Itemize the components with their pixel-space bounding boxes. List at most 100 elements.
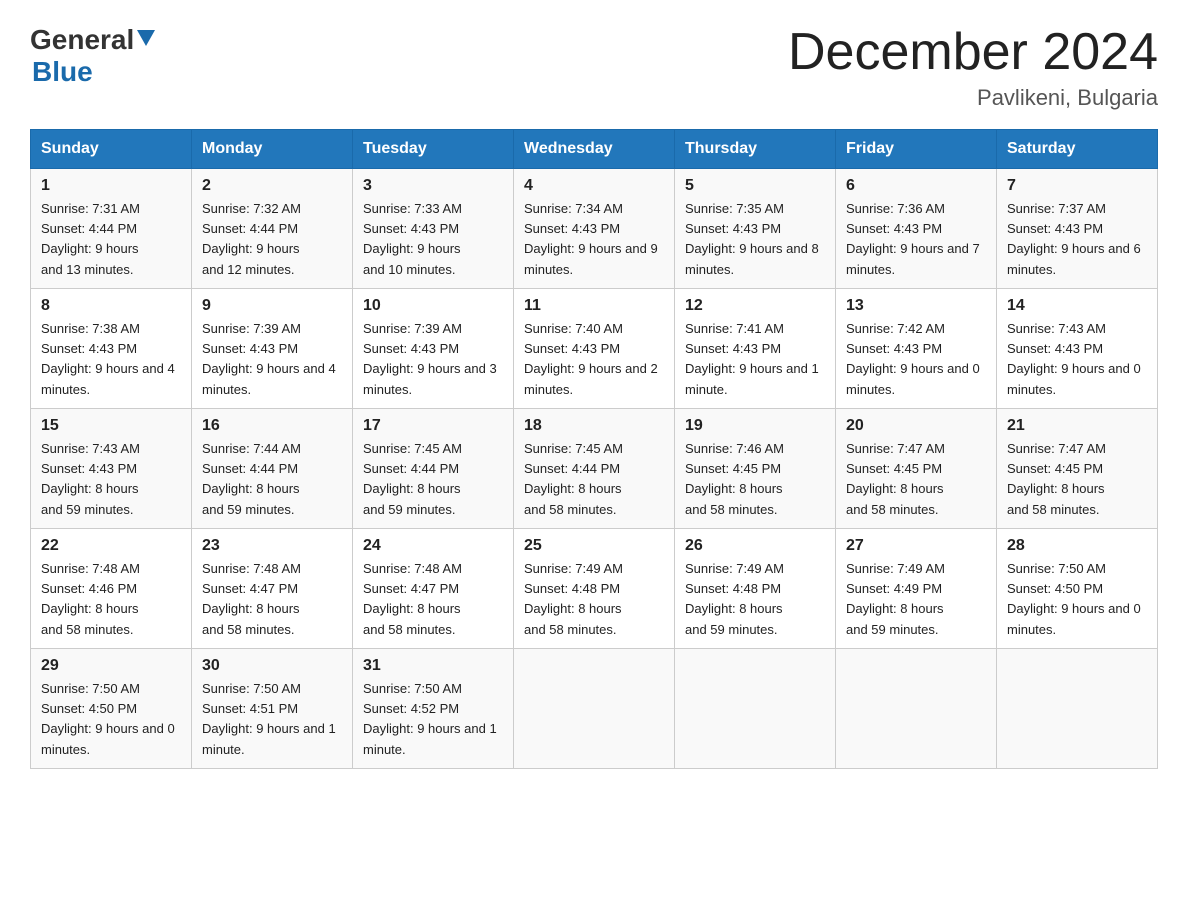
day-info: Sunrise: 7:47 AMSunset: 4:45 PMDaylight:… [1007, 441, 1106, 516]
day-number: 21 [1007, 417, 1147, 435]
weekday-header-wednesday: Wednesday [514, 130, 675, 169]
day-cell: 9 Sunrise: 7:39 AMSunset: 4:43 PMDayligh… [192, 289, 353, 409]
day-number: 22 [41, 537, 181, 555]
day-cell: 29 Sunrise: 7:50 AMSunset: 4:50 PMDaylig… [31, 649, 192, 769]
day-number: 5 [685, 177, 825, 195]
day-info: Sunrise: 7:49 AMSunset: 4:48 PMDaylight:… [524, 561, 623, 636]
day-cell: 23 Sunrise: 7:48 AMSunset: 4:47 PMDaylig… [192, 529, 353, 649]
weekday-header-monday: Monday [192, 130, 353, 169]
day-info: Sunrise: 7:46 AMSunset: 4:45 PMDaylight:… [685, 441, 784, 516]
day-cell: 12 Sunrise: 7:41 AMSunset: 4:43 PMDaylig… [675, 289, 836, 409]
day-info: Sunrise: 7:32 AMSunset: 4:44 PMDaylight:… [202, 201, 301, 276]
day-number: 8 [41, 297, 181, 315]
day-info: Sunrise: 7:50 AMSunset: 4:50 PMDaylight:… [1007, 561, 1141, 636]
logo-blue-text: Blue [32, 56, 93, 88]
day-cell: 20 Sunrise: 7:47 AMSunset: 4:45 PMDaylig… [836, 409, 997, 529]
day-number: 9 [202, 297, 342, 315]
week-row-5: 29 Sunrise: 7:50 AMSunset: 4:50 PMDaylig… [31, 649, 1158, 769]
week-row-1: 1 Sunrise: 7:31 AMSunset: 4:44 PMDayligh… [31, 169, 1158, 289]
day-info: Sunrise: 7:31 AMSunset: 4:44 PMDaylight:… [41, 201, 140, 276]
day-number: 11 [524, 297, 664, 315]
day-info: Sunrise: 7:44 AMSunset: 4:44 PMDaylight:… [202, 441, 301, 516]
weekday-header-row: SundayMondayTuesdayWednesdayThursdayFrid… [31, 130, 1158, 169]
day-cell [836, 649, 997, 769]
day-cell [514, 649, 675, 769]
day-number: 7 [1007, 177, 1147, 195]
day-number: 27 [846, 537, 986, 555]
day-number: 30 [202, 657, 342, 675]
day-cell: 22 Sunrise: 7:48 AMSunset: 4:46 PMDaylig… [31, 529, 192, 649]
day-number: 2 [202, 177, 342, 195]
day-info: Sunrise: 7:34 AMSunset: 4:43 PMDaylight:… [524, 201, 658, 276]
day-info: Sunrise: 7:47 AMSunset: 4:45 PMDaylight:… [846, 441, 945, 516]
day-number: 26 [685, 537, 825, 555]
day-info: Sunrise: 7:48 AMSunset: 4:47 PMDaylight:… [363, 561, 462, 636]
day-info: Sunrise: 7:45 AMSunset: 4:44 PMDaylight:… [363, 441, 462, 516]
logo-general-text: General [30, 24, 134, 56]
day-info: Sunrise: 7:48 AMSunset: 4:47 PMDaylight:… [202, 561, 301, 636]
location-title: Pavlikeni, Bulgaria [788, 85, 1158, 111]
day-info: Sunrise: 7:40 AMSunset: 4:43 PMDaylight:… [524, 321, 658, 396]
page-header: General Blue December 2024 Pavlikeni, Bu… [30, 24, 1158, 111]
day-info: Sunrise: 7:33 AMSunset: 4:43 PMDaylight:… [363, 201, 462, 276]
day-cell: 4 Sunrise: 7:34 AMSunset: 4:43 PMDayligh… [514, 169, 675, 289]
weekday-header-tuesday: Tuesday [353, 130, 514, 169]
day-cell: 11 Sunrise: 7:40 AMSunset: 4:43 PMDaylig… [514, 289, 675, 409]
day-cell: 24 Sunrise: 7:48 AMSunset: 4:47 PMDaylig… [353, 529, 514, 649]
week-row-2: 8 Sunrise: 7:38 AMSunset: 4:43 PMDayligh… [31, 289, 1158, 409]
weekday-header-saturday: Saturday [997, 130, 1158, 169]
day-cell: 31 Sunrise: 7:50 AMSunset: 4:52 PMDaylig… [353, 649, 514, 769]
day-info: Sunrise: 7:50 AMSunset: 4:52 PMDaylight:… [363, 681, 497, 756]
day-info: Sunrise: 7:39 AMSunset: 4:43 PMDaylight:… [202, 321, 336, 396]
day-cell: 8 Sunrise: 7:38 AMSunset: 4:43 PMDayligh… [31, 289, 192, 409]
day-info: Sunrise: 7:45 AMSunset: 4:44 PMDaylight:… [524, 441, 623, 516]
day-cell: 19 Sunrise: 7:46 AMSunset: 4:45 PMDaylig… [675, 409, 836, 529]
week-row-3: 15 Sunrise: 7:43 AMSunset: 4:43 PMDaylig… [31, 409, 1158, 529]
day-number: 16 [202, 417, 342, 435]
day-number: 24 [363, 537, 503, 555]
day-cell: 5 Sunrise: 7:35 AMSunset: 4:43 PMDayligh… [675, 169, 836, 289]
day-number: 12 [685, 297, 825, 315]
day-info: Sunrise: 7:37 AMSunset: 4:43 PMDaylight:… [1007, 201, 1141, 276]
day-cell: 10 Sunrise: 7:39 AMSunset: 4:43 PMDaylig… [353, 289, 514, 409]
day-info: Sunrise: 7:35 AMSunset: 4:43 PMDaylight:… [685, 201, 819, 276]
day-number: 10 [363, 297, 503, 315]
day-cell: 2 Sunrise: 7:32 AMSunset: 4:44 PMDayligh… [192, 169, 353, 289]
day-number: 25 [524, 537, 664, 555]
day-number: 13 [846, 297, 986, 315]
day-info: Sunrise: 7:48 AMSunset: 4:46 PMDaylight:… [41, 561, 140, 636]
day-cell: 18 Sunrise: 7:45 AMSunset: 4:44 PMDaylig… [514, 409, 675, 529]
day-info: Sunrise: 7:39 AMSunset: 4:43 PMDaylight:… [363, 321, 497, 396]
day-cell: 7 Sunrise: 7:37 AMSunset: 4:43 PMDayligh… [997, 169, 1158, 289]
day-cell: 28 Sunrise: 7:50 AMSunset: 4:50 PMDaylig… [997, 529, 1158, 649]
logo-triangle-icon [137, 30, 155, 51]
day-info: Sunrise: 7:41 AMSunset: 4:43 PMDaylight:… [685, 321, 819, 396]
day-info: Sunrise: 7:42 AMSunset: 4:43 PMDaylight:… [846, 321, 980, 396]
logo: General Blue [30, 24, 155, 88]
day-cell: 30 Sunrise: 7:50 AMSunset: 4:51 PMDaylig… [192, 649, 353, 769]
day-number: 31 [363, 657, 503, 675]
day-cell: 3 Sunrise: 7:33 AMSunset: 4:43 PMDayligh… [353, 169, 514, 289]
day-cell: 15 Sunrise: 7:43 AMSunset: 4:43 PMDaylig… [31, 409, 192, 529]
day-cell: 27 Sunrise: 7:49 AMSunset: 4:49 PMDaylig… [836, 529, 997, 649]
day-info: Sunrise: 7:50 AMSunset: 4:51 PMDaylight:… [202, 681, 336, 756]
day-cell: 17 Sunrise: 7:45 AMSunset: 4:44 PMDaylig… [353, 409, 514, 529]
week-row-4: 22 Sunrise: 7:48 AMSunset: 4:46 PMDaylig… [31, 529, 1158, 649]
day-cell: 1 Sunrise: 7:31 AMSunset: 4:44 PMDayligh… [31, 169, 192, 289]
day-number: 19 [685, 417, 825, 435]
day-number: 3 [363, 177, 503, 195]
day-number: 1 [41, 177, 181, 195]
day-info: Sunrise: 7:43 AMSunset: 4:43 PMDaylight:… [1007, 321, 1141, 396]
calendar-table: SundayMondayTuesdayWednesdayThursdayFrid… [30, 129, 1158, 769]
day-number: 17 [363, 417, 503, 435]
day-number: 4 [524, 177, 664, 195]
weekday-header-thursday: Thursday [675, 130, 836, 169]
day-number: 28 [1007, 537, 1147, 555]
day-info: Sunrise: 7:49 AMSunset: 4:49 PMDaylight:… [846, 561, 945, 636]
day-info: Sunrise: 7:36 AMSunset: 4:43 PMDaylight:… [846, 201, 980, 276]
day-info: Sunrise: 7:43 AMSunset: 4:43 PMDaylight:… [41, 441, 140, 516]
day-cell [997, 649, 1158, 769]
day-number: 6 [846, 177, 986, 195]
day-number: 14 [1007, 297, 1147, 315]
title-block: December 2024 Pavlikeni, Bulgaria [788, 24, 1158, 111]
